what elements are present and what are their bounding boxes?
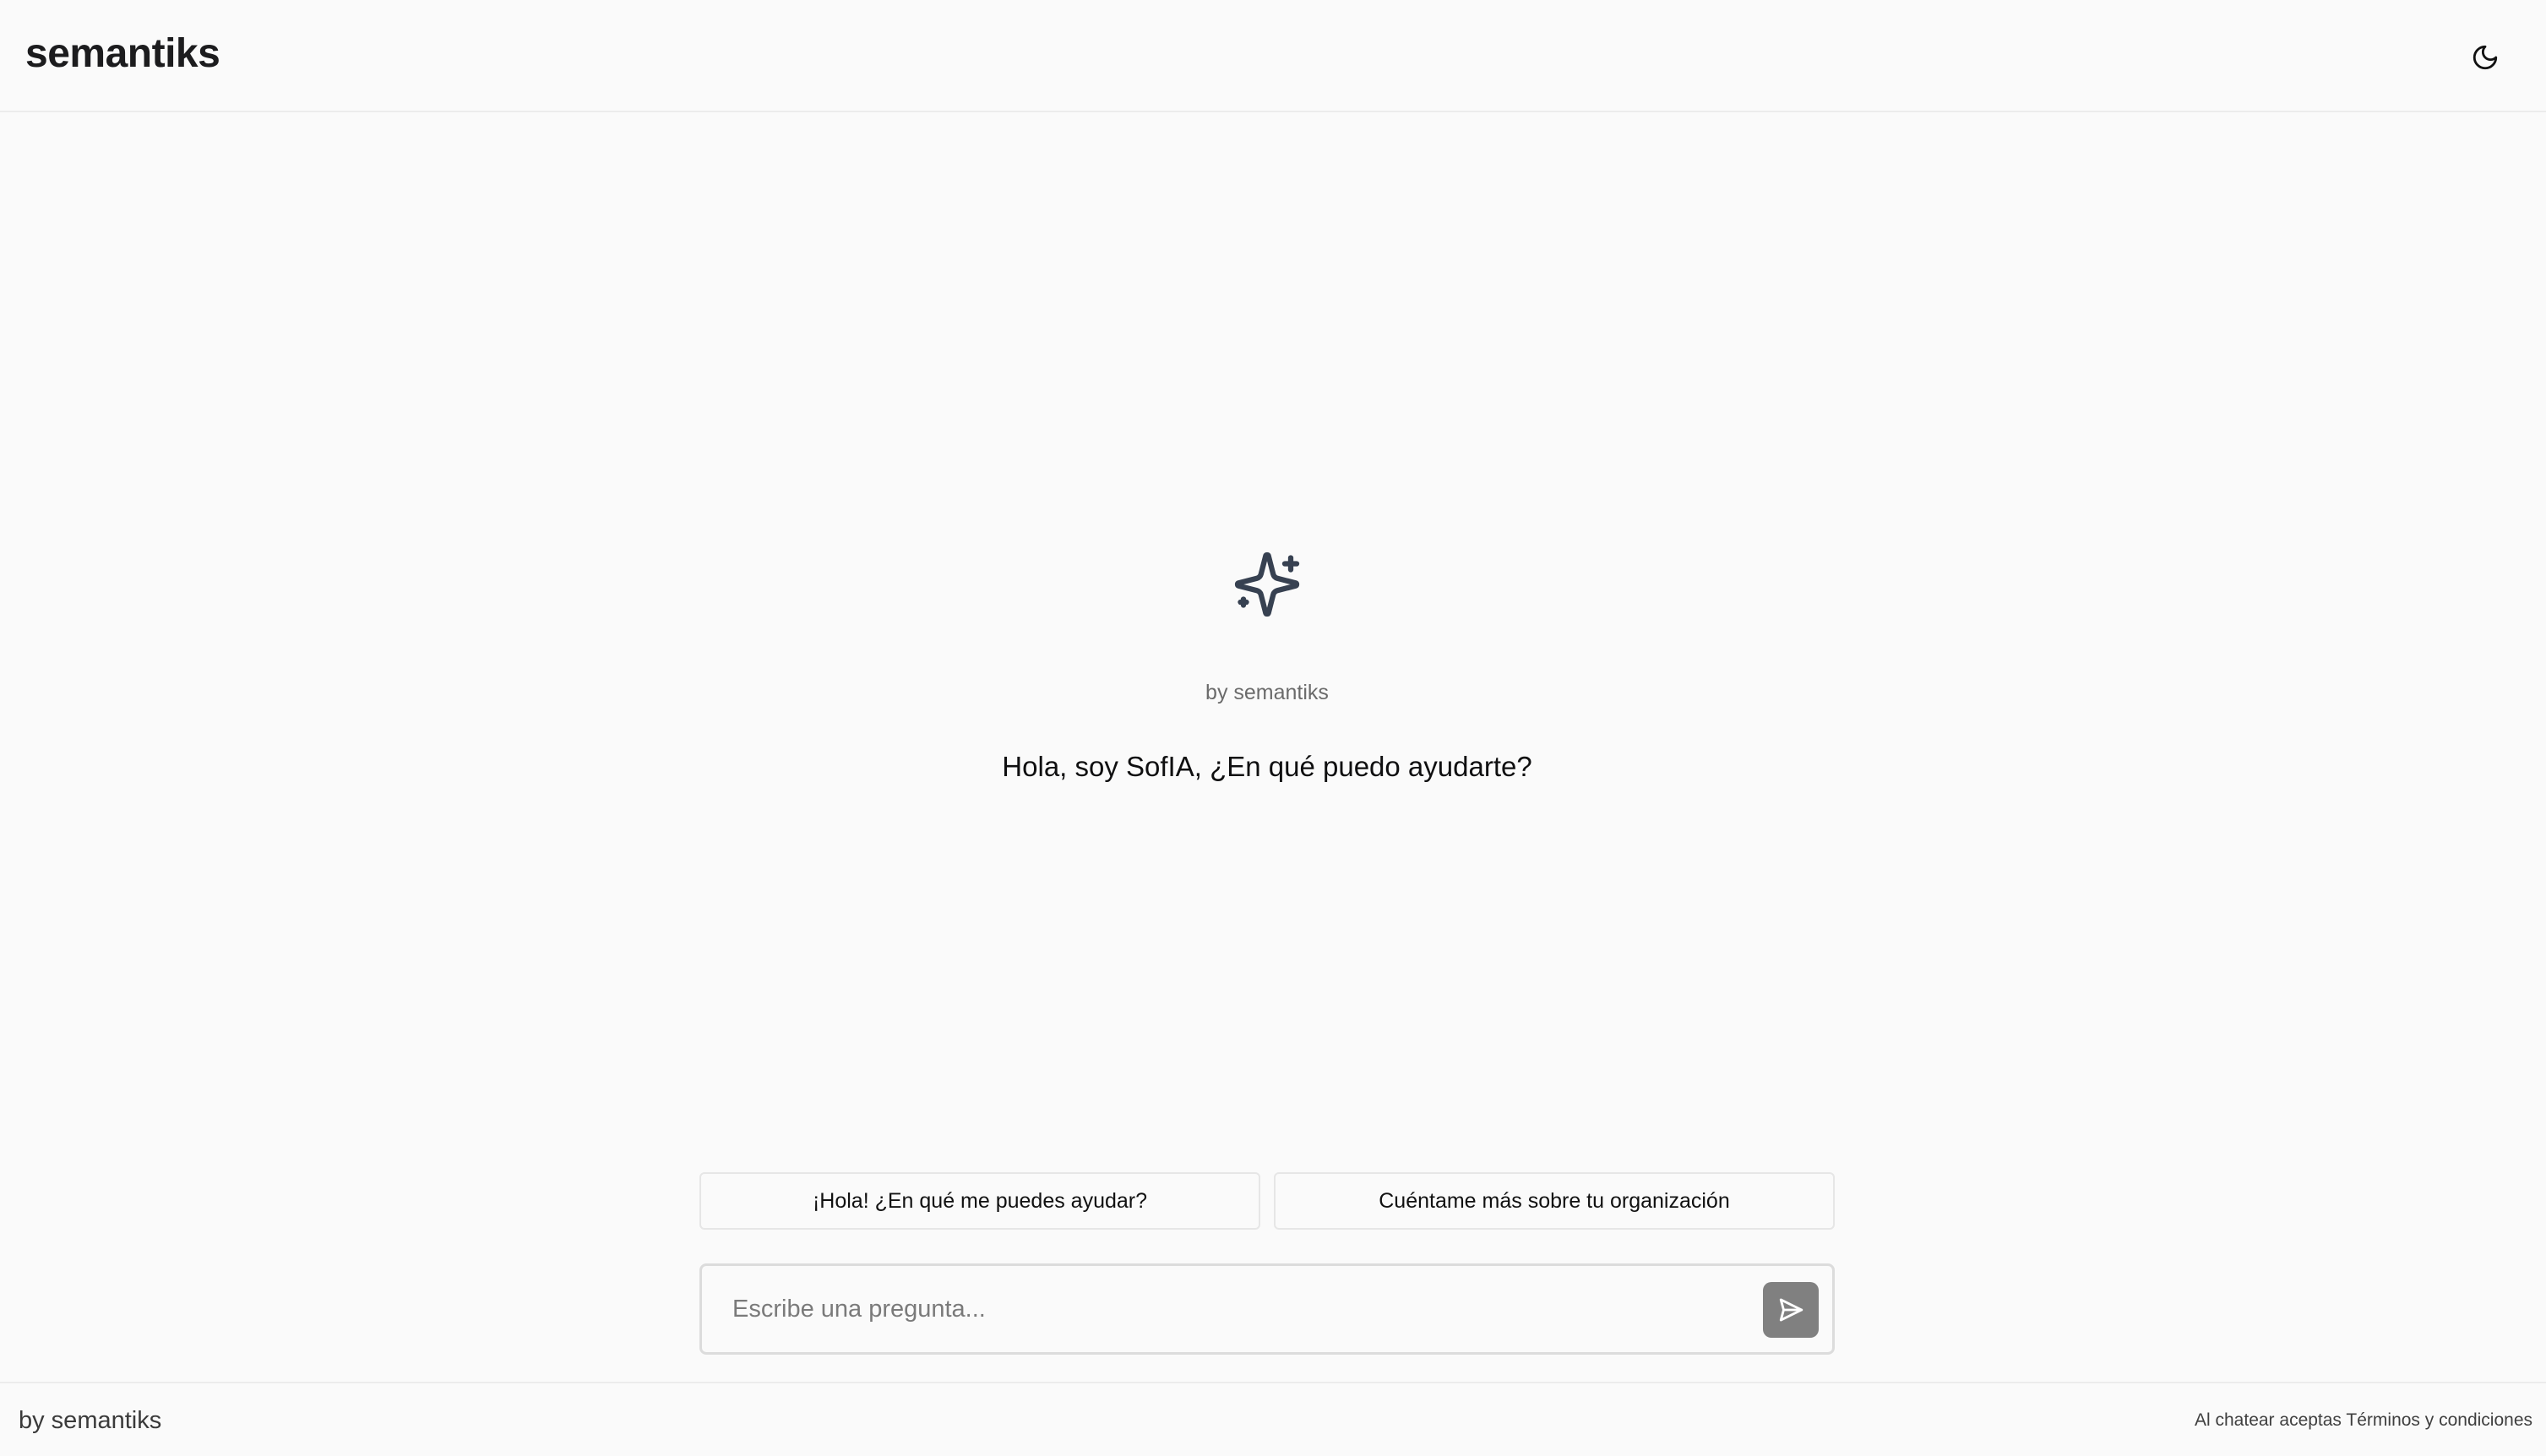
question-input[interactable]: [731, 1266, 1744, 1352]
moon-icon: [2473, 45, 2498, 70]
theme-toggle-button[interactable]: [2462, 34, 2509, 81]
brand-logo[interactable]: semantiks: [25, 25, 220, 83]
message-composer: [699, 1263, 1835, 1355]
sparkles-icon: [1234, 551, 1300, 617]
footer-brand: by semantiks: [19, 1407, 162, 1434]
send-button[interactable]: [1763, 1282, 1819, 1338]
footer-legal-notice: Al chatear aceptas Términos y condicione…: [2195, 1407, 2532, 1434]
legal-prefix: Al chatear aceptas: [2195, 1410, 2342, 1430]
suggestion-button-help[interactable]: ¡Hola! ¿En qué me puedes ayudar?: [699, 1172, 1260, 1230]
suggestion-button-organization[interactable]: Cuéntame más sobre tu organización: [1274, 1172, 1835, 1230]
send-icon: [1779, 1298, 1803, 1322]
welcome-message: Hola, soy SofIA, ¿En qué puedo ayudarte?: [1002, 751, 1532, 782]
hero-by-label: by semantiks: [1205, 681, 1329, 704]
footer: by semantiks Al chatear aceptas Términos…: [0, 1382, 2546, 1456]
top-bar: semantiks: [0, 0, 2546, 112]
terms-link[interactable]: Términos y condiciones: [2346, 1410, 2532, 1430]
